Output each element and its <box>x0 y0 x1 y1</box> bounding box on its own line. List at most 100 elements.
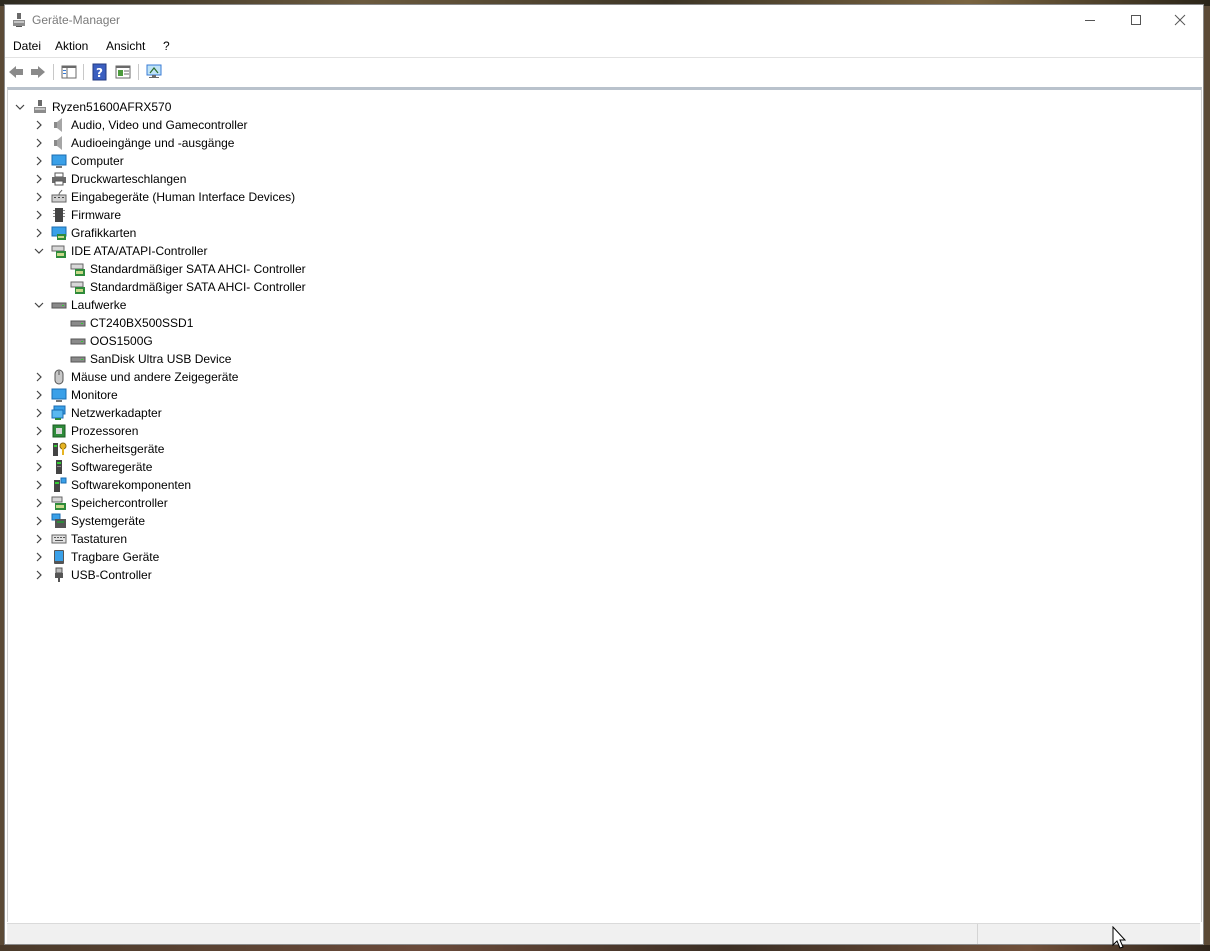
chevron-right-icon[interactable] <box>34 408 44 418</box>
tree-node-network[interactable]: Netzwerkadapter <box>8 404 1198 422</box>
tree-node-label: Systemgeräte <box>71 514 146 528</box>
keyboard-icon <box>51 531 67 547</box>
tree-node-mice[interactable]: Mäuse und andere Zeigegeräte <box>8 368 1198 386</box>
toolbar: ? <box>5 57 1203 86</box>
tree-node-label: Laufwerke <box>71 298 127 312</box>
network-adapter-icon <box>51 405 67 421</box>
tree-root[interactable]: Ryzen51600AFRX570 <box>8 98 1198 116</box>
tree-node-audio-io[interactable]: Audioeingänge und -ausgänge <box>8 134 1198 152</box>
tree-node-label: Grafikkarten <box>71 226 137 240</box>
disk-drive-icon <box>70 315 86 331</box>
tree-node-software-components[interactable]: Softwarekomponenten <box>8 476 1198 494</box>
device-tree[interactable]: Ryzen51600AFRX570 Audio, Video und Gamec… <box>7 87 1202 922</box>
toolbar-separator <box>138 64 139 80</box>
tree-leaf-drive-hdd[interactable]: OOS1500G <box>8 332 1198 350</box>
tree-node-storage-controllers[interactable]: Speichercontroller <box>8 494 1198 512</box>
chevron-right-icon[interactable] <box>34 390 44 400</box>
chevron-down-icon[interactable] <box>34 300 44 310</box>
chevron-down-icon[interactable] <box>34 246 44 256</box>
ide-controller-icon <box>70 261 86 277</box>
menu-ansicht[interactable]: Ansicht <box>104 39 147 53</box>
device-manager-window: Geräte-Manager Datei Aktion Ansicht ? ? <box>4 4 1204 945</box>
tree-node-processors[interactable]: Prozessoren <box>8 422 1198 440</box>
chip-icon <box>51 207 67 223</box>
chevron-down-icon[interactable] <box>15 102 25 112</box>
chevron-right-icon[interactable] <box>34 210 44 220</box>
chevron-right-icon[interactable] <box>34 228 44 238</box>
close-button[interactable] <box>1157 5 1203 35</box>
disk-drive-icon <box>51 297 67 313</box>
chevron-right-icon[interactable] <box>34 480 44 490</box>
minimize-button[interactable] <box>1067 5 1113 35</box>
console-tree-icon[interactable] <box>60 63 78 81</box>
chevron-right-icon[interactable] <box>34 138 44 148</box>
chevron-right-icon[interactable] <box>34 156 44 166</box>
tree-node-hid[interactable]: Eingabegeräte (Human Interface Devices) <box>8 188 1198 206</box>
chevron-right-icon[interactable] <box>34 426 44 436</box>
tree-node-usb-controllers[interactable]: USB-Controller <box>8 566 1198 584</box>
usb-icon <box>51 567 67 583</box>
chevron-right-icon[interactable] <box>34 174 44 184</box>
menu-datei[interactable]: Datei <box>11 39 43 53</box>
tree-node-monitors[interactable]: Monitore <box>8 386 1198 404</box>
tree-leaf-drive-usb[interactable]: SanDisk Ultra USB Device <box>8 350 1198 368</box>
tree-node-label: Computer <box>71 154 124 168</box>
tree-node-label: Mäuse und andere Zeigegeräte <box>71 370 239 384</box>
tree-node-drives[interactable]: Laufwerke <box>8 296 1198 314</box>
tree-node-label: Druckwarteschlangen <box>71 172 187 186</box>
tree-node-system-devices[interactable]: Systemgeräte <box>8 512 1198 530</box>
properties-view-icon[interactable] <box>114 63 132 81</box>
status-bar <box>7 923 1200 944</box>
tree-node-security[interactable]: Sicherheitsgeräte <box>8 440 1198 458</box>
tree-node-audio-video[interactable]: Audio, Video und Gamecontroller <box>8 116 1198 134</box>
ide-controller-icon <box>70 279 86 295</box>
tree-leaf-sata-controller-2[interactable]: Standardmäßiger SATA AHCI- Controller <box>8 278 1198 296</box>
tree-leaf-label: OOS1500G <box>90 334 153 348</box>
monitor-icon <box>51 387 67 403</box>
tree-leaf-label: SanDisk Ultra USB Device <box>90 352 232 366</box>
chevron-right-icon[interactable] <box>34 570 44 580</box>
tree-leaf-label: Standardmäßiger SATA AHCI- Controller <box>90 280 306 294</box>
tree-node-keyboards[interactable]: Tastaturen <box>8 530 1198 548</box>
menu-aktion[interactable]: Aktion <box>53 39 90 53</box>
chevron-right-icon[interactable] <box>34 552 44 562</box>
tree-node-label: Eingabegeräte (Human Interface Devices) <box>71 190 296 204</box>
chevron-right-icon[interactable] <box>34 372 44 382</box>
graphics-card-icon <box>51 225 67 241</box>
toolbar-separator <box>83 64 84 80</box>
title-bar[interactable]: Geräte-Manager <box>5 5 1203 35</box>
software-device-icon <box>51 459 67 475</box>
chevron-right-icon[interactable] <box>34 516 44 526</box>
chevron-right-icon[interactable] <box>34 498 44 508</box>
tree-node-ide-ata[interactable]: IDE ATA/ATAPI-Controller <box>8 242 1198 260</box>
tree-leaf-drive-ssd[interactable]: CT240BX500SSD1 <box>8 314 1198 332</box>
tree-node-label: Audio, Video und Gamecontroller <box>71 118 248 132</box>
tree-node-label: USB-Controller <box>71 568 152 582</box>
chevron-right-icon[interactable] <box>34 444 44 454</box>
chevron-right-icon[interactable] <box>34 534 44 544</box>
tree-leaf-sata-controller-1[interactable]: Standardmäßiger SATA AHCI- Controller <box>8 260 1198 278</box>
desktop-background <box>0 945 1210 951</box>
back-arrow-icon[interactable] <box>7 63 25 81</box>
tree-node-software-devices[interactable]: Softwaregeräte <box>8 458 1198 476</box>
help-icon[interactable]: ? <box>91 63 109 81</box>
monitor-icon <box>51 153 67 169</box>
ide-controller-icon <box>51 243 67 259</box>
chevron-right-icon[interactable] <box>34 120 44 130</box>
tree-node-print-queues[interactable]: Druckwarteschlangen <box>8 170 1198 188</box>
tree-node-portable-devices[interactable]: Tragbare Geräte <box>8 548 1198 566</box>
forward-arrow-icon[interactable] <box>29 63 47 81</box>
tree-node-firmware[interactable]: Firmware <box>8 206 1198 224</box>
scan-hardware-icon[interactable] <box>145 63 163 81</box>
chevron-right-icon[interactable] <box>34 192 44 202</box>
menu-help[interactable]: ? <box>161 39 172 53</box>
speaker-icon <box>51 135 67 151</box>
tree-node-label: Tragbare Geräte <box>71 550 160 564</box>
chevron-right-icon[interactable] <box>34 462 44 472</box>
tree-node-label: Tastaturen <box>71 532 128 546</box>
maximize-button[interactable] <box>1113 5 1159 35</box>
tree-node-graphics[interactable]: Grafikkarten <box>8 224 1198 242</box>
mouse-cursor-icon <box>1112 926 1127 949</box>
disk-drive-icon <box>70 351 86 367</box>
tree-node-computer[interactable]: Computer <box>8 152 1198 170</box>
